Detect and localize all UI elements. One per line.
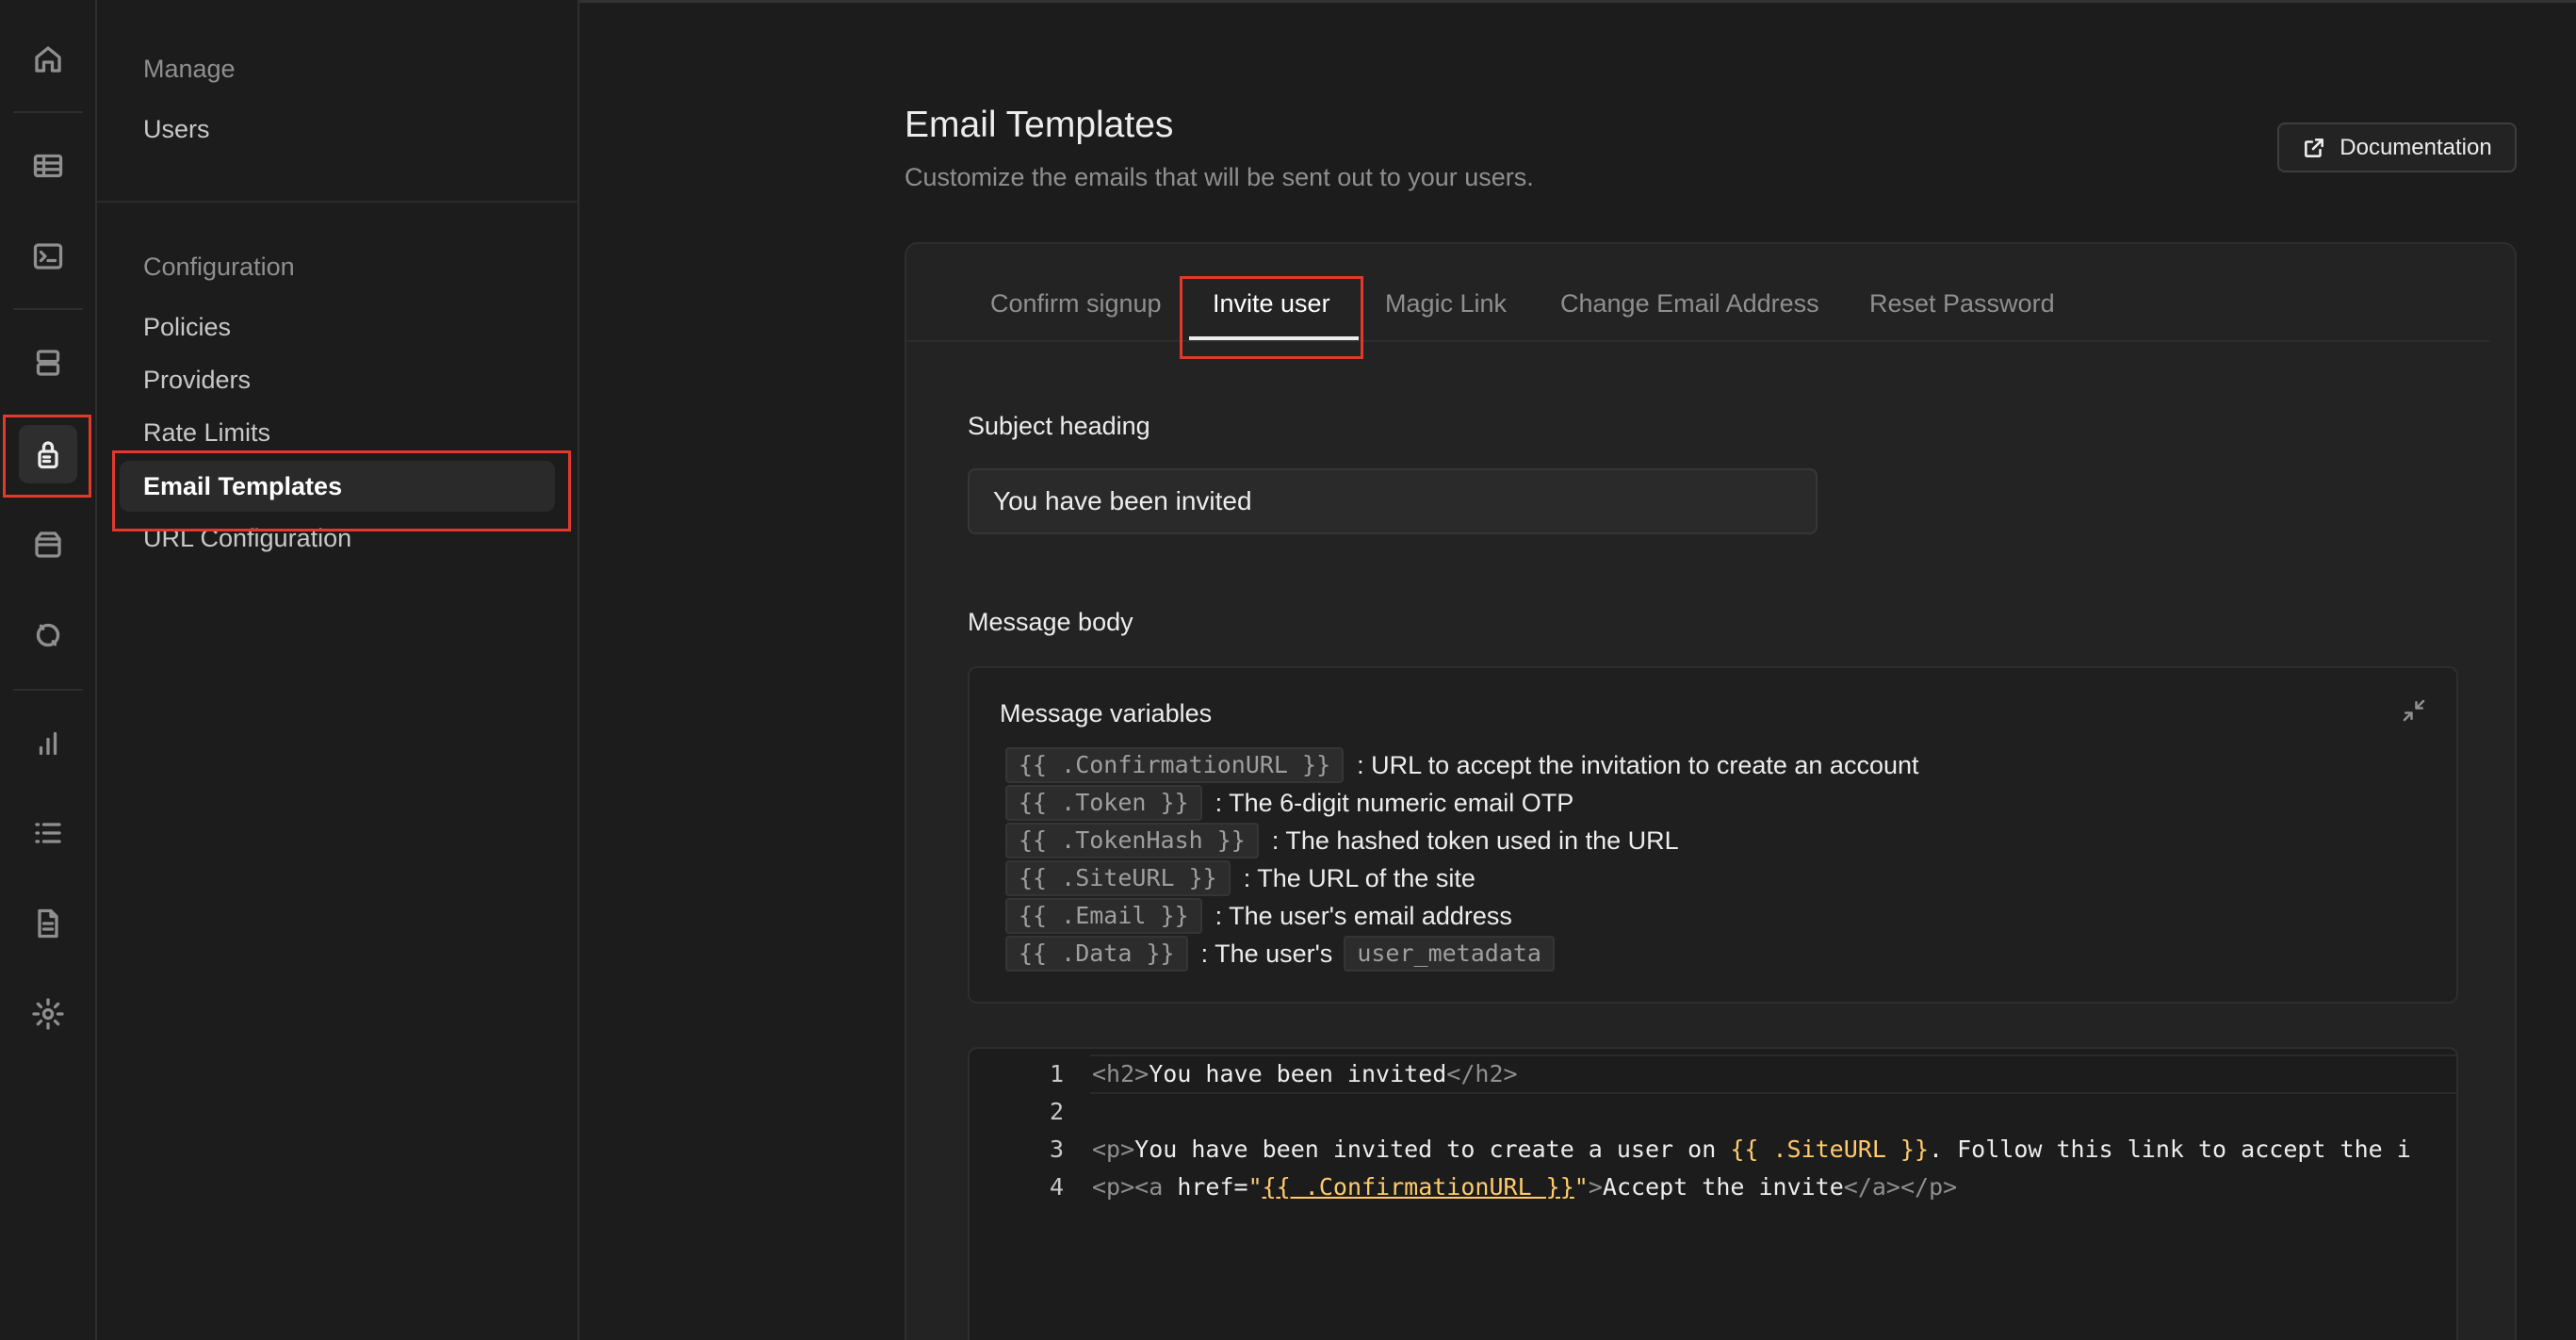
database-icon[interactable]: [19, 334, 77, 392]
page-subtitle: Customize the emails that will be sent o…: [905, 163, 1534, 191]
template-tabs: Confirm signup Invite user Magic Link Ch…: [906, 244, 2489, 342]
line-number: 4: [1049, 1173, 1064, 1201]
variable-code: {{ .Token }}: [1005, 785, 1202, 821]
icon-rail: [0, 0, 97, 1340]
auth-lock-icon[interactable]: [19, 425, 77, 483]
tab-confirm-signup[interactable]: Confirm signup: [990, 289, 1162, 319]
code-tag: <p>: [1092, 1136, 1135, 1163]
code-line-3: <p>You have been invited to create a use…: [1092, 1136, 2411, 1163]
code-text: . Follow this link to accept the i: [1929, 1136, 2411, 1163]
code-tag: >: [1588, 1173, 1603, 1201]
manage-heading: Manage: [143, 55, 236, 83]
auth-sidebar: Manage Users Configuration Policies Prov…: [97, 0, 579, 1340]
tab-change-email-address[interactable]: Change Email Address: [1560, 289, 1819, 319]
tab-reset-password[interactable]: Reset Password: [1869, 289, 2055, 319]
message-variables-box: Message variables {{ .ConfirmationURL }}…: [968, 666, 2458, 1004]
variable-row: {{ .Token }} : The 6-digit numeric email…: [1005, 785, 1573, 821]
variable-description: : The user's email address: [1215, 901, 1512, 930]
documentation-button[interactable]: Documentation: [2277, 123, 2517, 172]
home-icon[interactable]: [19, 30, 77, 89]
terminal-icon[interactable]: [19, 227, 77, 286]
variable-description: : The 6-digit numeric email OTP: [1215, 788, 1574, 817]
code-text: You have been invited: [1149, 1060, 1447, 1087]
variable-code: {{ .SiteURL }}: [1005, 860, 1231, 896]
code-line-4: <p><a href="{{ .ConfirmationURL }}">Acce…: [1092, 1173, 1957, 1201]
variable-row: {{ .ConfirmationURL }} : URL to accept t…: [1005, 747, 1919, 783]
message-body-editor[interactable]: 1 2 3 4 <h2>You have been invited</h2> <…: [968, 1047, 2458, 1340]
code-text: You have been invited to create a user o…: [1134, 1136, 1731, 1163]
line-number: 3: [1049, 1136, 1064, 1163]
rail-divider: [13, 308, 83, 310]
storage-icon[interactable]: [19, 515, 77, 574]
code-tag: </a></p>: [1843, 1173, 1958, 1201]
page-title: Email Templates: [905, 105, 1174, 145]
code-quote: ": [1573, 1173, 1589, 1201]
documentation-label: Documentation: [2340, 134, 2492, 160]
code-tag: <p><a: [1092, 1173, 1178, 1201]
message-body-label: Message body: [968, 608, 1133, 636]
configuration-heading: Configuration: [143, 253, 295, 281]
realtime-icon[interactable]: [19, 606, 77, 664]
tab-magic-link[interactable]: Magic Link: [1385, 289, 1507, 319]
active-tab-indicator: [1189, 336, 1359, 340]
variable-row: {{ .Data }} : The user's user_metadata: [1005, 936, 1568, 972]
sidebar-item-email-templates[interactable]: Email Templates: [120, 461, 555, 512]
reports-icon[interactable]: [19, 714, 77, 773]
main-content: Email Templates Customize the emails tha…: [579, 0, 2576, 1340]
email-template-panel: Confirm signup Invite user Magic Link Ch…: [905, 242, 2517, 1340]
variable-row: {{ .SiteURL }} : The URL of the site: [1005, 860, 1475, 896]
sidebar-divider: [97, 201, 578, 203]
collapse-icon[interactable]: [2400, 696, 2428, 725]
sidebar-item-providers[interactable]: Providers: [143, 366, 251, 395]
external-link-icon: [2305, 138, 2324, 157]
settings-icon[interactable]: [19, 985, 77, 1043]
code-tag: </h2>: [1446, 1060, 1518, 1087]
message-variables-title: Message variables: [1000, 699, 1213, 727]
variable-description: : The user's: [1200, 939, 1333, 968]
code-template-var: {{ .SiteURL }}: [1730, 1136, 1930, 1163]
variable-inline-code: user_metadata: [1344, 936, 1555, 972]
code-text: Accept the invite: [1602, 1173, 1844, 1201]
code-attr: href=: [1177, 1173, 1248, 1201]
code-template-var: {{ .ConfirmationURL }}: [1262, 1173, 1574, 1201]
logs-icon[interactable]: [19, 804, 77, 862]
variable-code: {{ .ConfirmationURL }}: [1005, 747, 1345, 783]
subject-heading-input[interactable]: You have been invited: [968, 468, 1818, 534]
docs-icon[interactable]: [19, 894, 77, 953]
line-number: 2: [1049, 1098, 1064, 1125]
sidebar-item-users[interactable]: Users: [143, 115, 210, 144]
rail-divider: [13, 111, 83, 113]
rail-divider: [13, 689, 83, 691]
variable-description: : The URL of the site: [1243, 863, 1475, 892]
variable-row: {{ .Email }} : The user's email address: [1005, 898, 1512, 934]
variable-code: {{ .Data }}: [1005, 936, 1188, 972]
variable-row: {{ .TokenHash }} : The hashed token used…: [1005, 823, 1679, 858]
code-quote: ": [1247, 1173, 1263, 1201]
sidebar-item-url-configuration[interactable]: URL Configuration: [143, 524, 351, 553]
sidebar-item-rate-limits[interactable]: Rate Limits: [143, 418, 270, 448]
table-icon[interactable]: [19, 137, 77, 195]
sidebar-item-policies[interactable]: Policies: [143, 313, 231, 342]
code-line-1: <h2>You have been invited</h2>: [1092, 1060, 1518, 1087]
variable-code: {{ .Email }}: [1005, 898, 1202, 934]
code-tag: <h2>: [1092, 1060, 1149, 1087]
variable-description: : The hashed token used in the URL: [1271, 825, 1679, 855]
tab-invite-user[interactable]: Invite user: [1213, 289, 1330, 319]
subject-heading-label: Subject heading: [968, 412, 1150, 440]
variable-description: : URL to accept the invitation to create…: [1357, 750, 1919, 779]
line-number: 1: [1049, 1060, 1064, 1087]
variable-code: {{ .TokenHash }}: [1005, 823, 1259, 858]
